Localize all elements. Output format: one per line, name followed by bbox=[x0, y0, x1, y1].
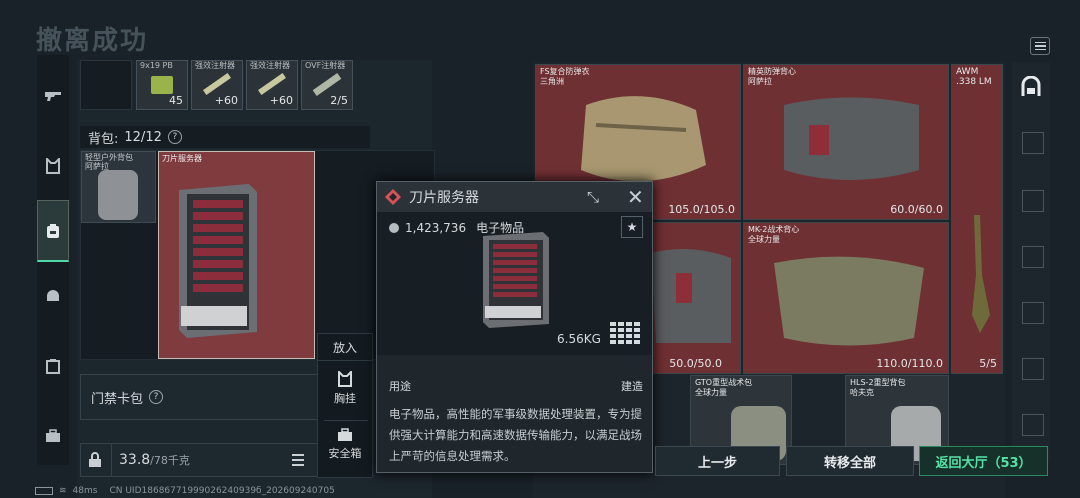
injector-slot[interactable]: 强效注射器 +60 bbox=[246, 60, 298, 110]
case-icon[interactable] bbox=[37, 350, 69, 382]
slot-icon[interactable] bbox=[1022, 246, 1044, 268]
menu-header: 放入 bbox=[318, 334, 372, 361]
armor-image bbox=[581, 96, 706, 182]
loot-item[interactable]: AWM .338 LM 5/5 bbox=[951, 64, 1003, 374]
backpack-item[interactable]: 轻型户外背包 阿萨拉 bbox=[81, 151, 156, 223]
help-icon[interactable]: ? bbox=[167, 130, 182, 144]
put-into-menu: 放入 胸挂 安全箱 bbox=[317, 333, 373, 478]
vest-image bbox=[784, 97, 919, 180]
syringe-icon bbox=[257, 72, 287, 96]
injector-slot[interactable]: 强效注射器 +60 bbox=[191, 60, 243, 110]
slot-icon[interactable] bbox=[1022, 302, 1044, 324]
ovf-injector-slot[interactable]: OVF注射器 2/5 bbox=[301, 60, 353, 110]
chest-rig-icon bbox=[338, 371, 352, 387]
tooltip-header: 刀片服务器 ⤡ ✕ bbox=[377, 182, 652, 212]
blade-server-item[interactable]: 刀片服务器 bbox=[158, 151, 315, 359]
chest-rig-icon[interactable] bbox=[37, 150, 69, 182]
server-image bbox=[483, 232, 549, 328]
slot-icon[interactable] bbox=[1022, 190, 1044, 212]
backpack-header: 背包: 12/12 ? bbox=[80, 126, 370, 148]
size-grid-icon bbox=[610, 322, 640, 344]
favorite-star-icon[interactable]: ★ bbox=[621, 216, 643, 238]
vest-image bbox=[651, 249, 731, 343]
ammo-slot[interactable]: 9x19 PB 45 bbox=[136, 60, 188, 110]
wifi-icon: ≋ bbox=[59, 485, 67, 496]
battery-icon bbox=[35, 486, 53, 495]
list-icon[interactable] bbox=[287, 452, 309, 468]
item-tooltip: 刀片服务器 ⤡ ✕ 1,423,736 电子物品 ★ 6.56KG 用途 建造 … bbox=[376, 181, 653, 473]
weapon-icon[interactable] bbox=[37, 80, 69, 112]
server-image bbox=[179, 184, 257, 338]
collapse-icon[interactable]: ⤡ bbox=[587, 188, 599, 206]
rifle-image bbox=[972, 215, 990, 333]
tactical-vest-image bbox=[774, 256, 924, 346]
slot-icon[interactable] bbox=[1022, 132, 1044, 154]
weight-bar: 33.8/78千克 bbox=[80, 443, 318, 477]
left-nav bbox=[37, 55, 69, 465]
lock-icon[interactable] bbox=[88, 452, 102, 468]
status-bar: ≋ 48ms CN UID18686771999026240939б_20260… bbox=[0, 483, 1080, 498]
coin-icon bbox=[389, 222, 399, 233]
menu-item-chest-rig[interactable]: 胸挂 bbox=[318, 371, 372, 406]
toolbox-icon[interactable] bbox=[37, 420, 69, 452]
ammo-box-icon bbox=[151, 76, 173, 94]
loot-item[interactable]: MK-2战术背心 全球力量 110.0/110.0 bbox=[743, 222, 949, 374]
syringe-icon bbox=[312, 73, 342, 96]
return-lobby-button[interactable]: 返回大厅（53） bbox=[919, 446, 1048, 476]
list-menu-button[interactable] bbox=[1030, 37, 1050, 55]
backpack-image bbox=[98, 170, 138, 220]
item-description: 电子物品，高性能的军事级数据处理装置，专为提供强大计算能力和高速数据传输能力，以… bbox=[389, 407, 642, 463]
slot-icon[interactable] bbox=[1022, 358, 1044, 380]
right-nav bbox=[1012, 62, 1050, 462]
transfer-all-button[interactable]: 转移全部 bbox=[786, 446, 914, 476]
backpack-tab-icon[interactable] bbox=[37, 200, 69, 262]
gear-slot-icon[interactable] bbox=[1018, 74, 1044, 100]
loot-item[interactable]: 精英防弹背心 阿萨拉 60.0/60.0 bbox=[743, 64, 949, 220]
item-rarity-icon bbox=[385, 189, 401, 205]
safe-box-icon bbox=[338, 428, 352, 441]
menu-item-safe-box[interactable]: 安全箱 bbox=[318, 428, 372, 461]
help-icon[interactable]: ? bbox=[149, 390, 164, 404]
helmet-icon[interactable] bbox=[37, 280, 69, 312]
close-icon[interactable]: ✕ bbox=[627, 185, 644, 209]
tooltip-info: 1,423,736 电子物品 ★ 6.56KG bbox=[377, 212, 652, 355]
empty-slot[interactable] bbox=[80, 60, 132, 110]
page-title: 撤离成功 bbox=[36, 26, 149, 56]
prev-step-button[interactable]: 上一步 bbox=[655, 446, 780, 476]
syringe-icon bbox=[202, 72, 232, 96]
slot-icon[interactable] bbox=[1022, 414, 1044, 436]
